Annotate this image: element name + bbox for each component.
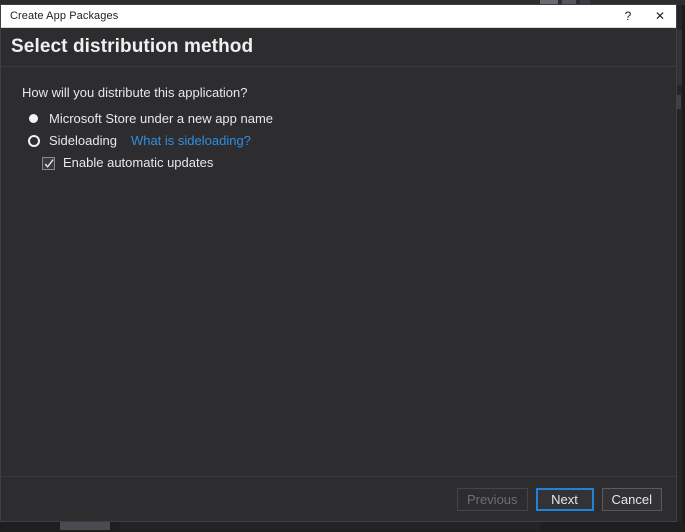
- help-button[interactable]: ?: [612, 6, 644, 27]
- dialog-title: Create App Packages: [10, 10, 119, 22]
- radio-option-sideloading[interactable]: Sideloading What is sideloading?: [22, 133, 676, 150]
- question-mark-icon: ?: [624, 9, 632, 23]
- radio-label-sideloading: Sideloading: [49, 133, 117, 148]
- create-app-packages-dialog: Create App Packages ? ✕ Select distribut…: [0, 4, 677, 522]
- dialog-header: Select distribution method: [1, 28, 676, 67]
- checkbox-icon-enable-automatic-updates[interactable]: [42, 157, 55, 170]
- distribution-question: How will you distribute this application…: [22, 85, 248, 100]
- radio-icon-microsoft-store[interactable]: [28, 113, 40, 125]
- dialog-title-bar: Create App Packages ? ✕: [1, 5, 676, 28]
- background-bottom-segment: [120, 522, 540, 530]
- background-bottom-segment: [60, 522, 110, 530]
- close-icon: ✕: [654, 9, 666, 23]
- dialog-content: How will you distribute this application…: [1, 67, 676, 476]
- checkbox-label-enable-automatic-updates: Enable automatic updates: [63, 155, 214, 170]
- background-bottom-bar: [0, 522, 685, 532]
- dialog-footer: Previous Next Cancel: [1, 476, 676, 521]
- what-is-sideloading-link[interactable]: What is sideloading?: [131, 133, 251, 149]
- close-button[interactable]: ✕: [644, 6, 676, 27]
- page-title: Select distribution method: [11, 36, 254, 57]
- radio-icon-sideloading[interactable]: [28, 135, 40, 147]
- next-button[interactable]: Next: [535, 487, 594, 511]
- radio-option-microsoft-store[interactable]: Microsoft Store under a new app name: [22, 111, 676, 128]
- previous-button[interactable]: Previous: [456, 487, 528, 511]
- cancel-button[interactable]: Cancel: [601, 487, 662, 511]
- checkbox-option-enable-automatic-updates[interactable]: Enable automatic updates: [22, 155, 676, 172]
- radio-label-microsoft-store: Microsoft Store under a new app name: [49, 111, 274, 126]
- checkmark-icon: [44, 159, 54, 168]
